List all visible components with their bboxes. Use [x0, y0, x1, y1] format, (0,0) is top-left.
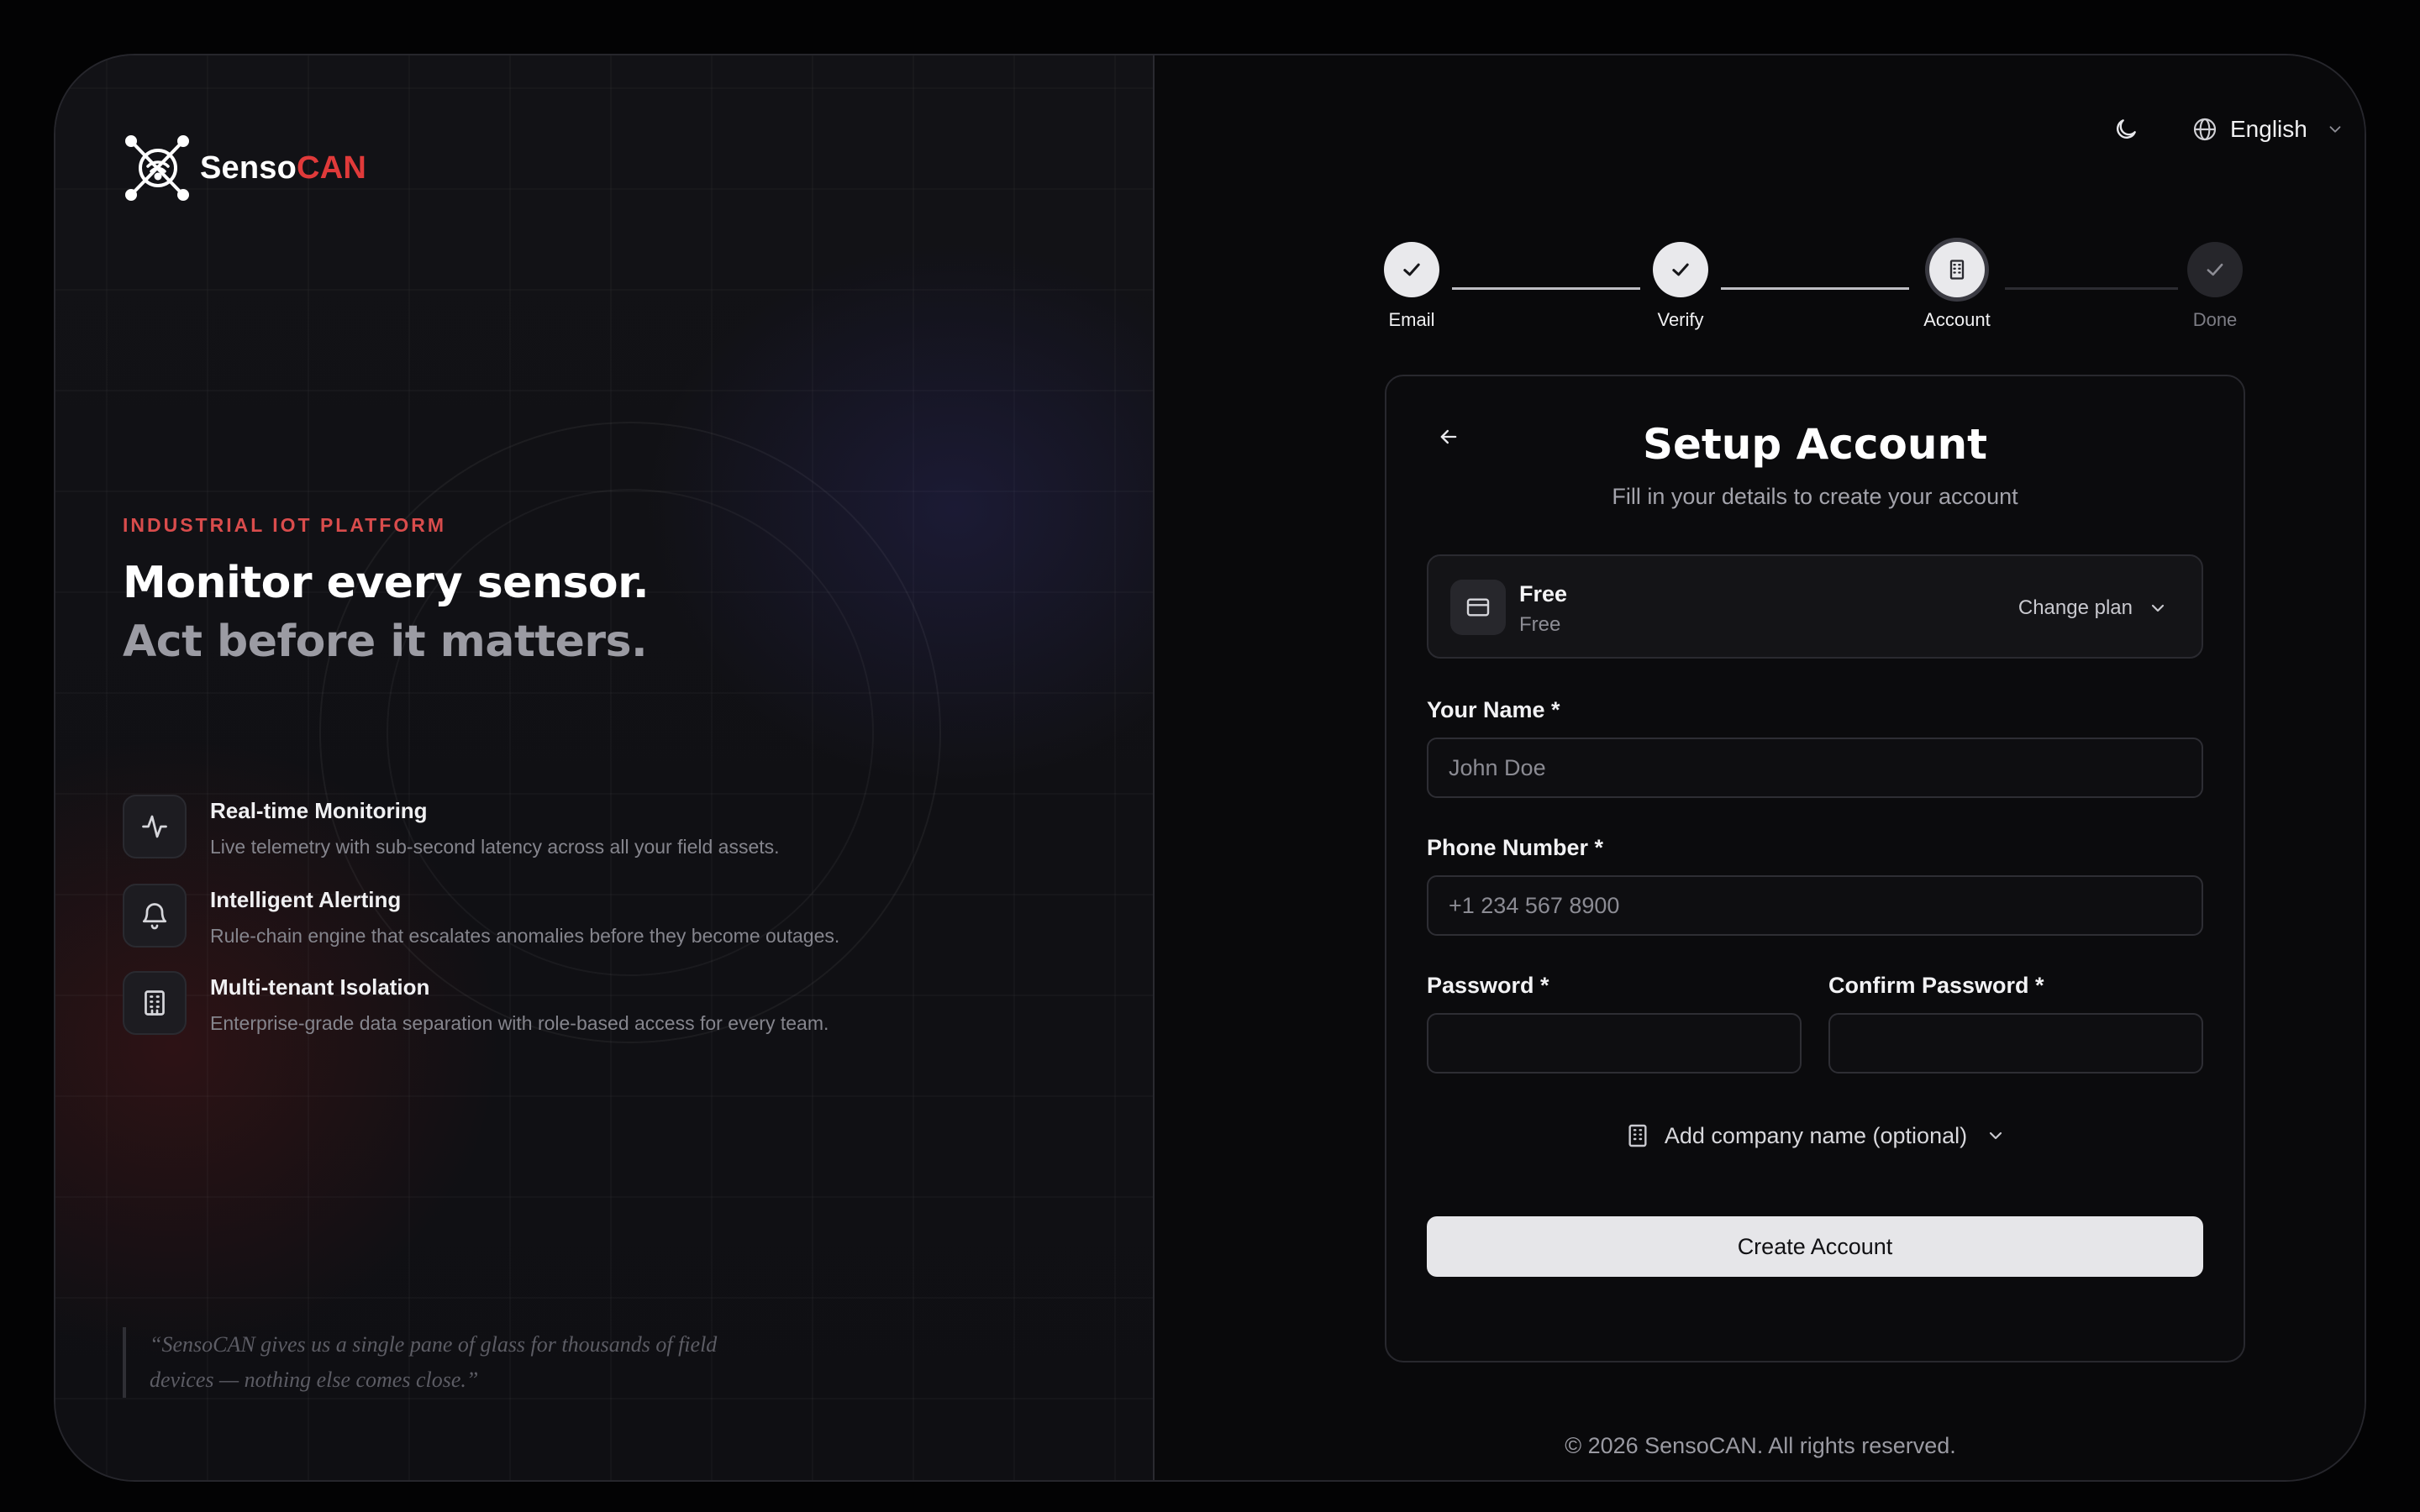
building-icon — [145, 990, 165, 1016]
building-icon — [1949, 260, 1965, 280]
password-label: Password * — [1427, 973, 1549, 998]
step-indicator — [1929, 242, 1985, 297]
step-connector — [2005, 287, 2178, 290]
feature-title: Intelligent Alerting — [210, 887, 402, 912]
feature-icon-box — [123, 884, 187, 948]
confirm-password-label: Confirm Password * — [1828, 973, 2044, 998]
form-subtitle: Fill in your details to create your acco… — [1612, 484, 2018, 509]
feature-description: Rule-chain engine that escalates anomali… — [210, 925, 840, 947]
signup-panel: English Email Verify Account Done Setup … — [1156, 55, 2365, 1480]
app-window: SensoCAN INDUSTRIAL IOT PLATFORM Monitor… — [54, 54, 2366, 1482]
change-plan-label: Change plan — [2018, 596, 2133, 619]
step-label: Done — [2192, 309, 2238, 330]
testimonial-quote: “SensoCAN gives us a single pane of glas… — [123, 1327, 829, 1398]
check-icon — [1403, 263, 1420, 276]
phone-input[interactable] — [1427, 875, 2203, 936]
brand-logo[interactable]: SensoCAN — [123, 134, 366, 202]
create-account-button[interactable]: Create Account — [1427, 1216, 2203, 1277]
feature-icon-box — [123, 971, 187, 1035]
plan-name: Free — [1519, 581, 1568, 606]
language-selector[interactable]: English — [2183, 102, 2353, 156]
step-indicator — [1384, 242, 1439, 297]
step-done: Done — [2165, 242, 2265, 331]
feature-description: Live telemetry with sub-second latency a… — [210, 836, 780, 858]
form-title: Setup Account — [1642, 420, 1988, 469]
hero-headline: Monitor every sensor. — [123, 558, 650, 608]
testimonial-line: “SensoCAN gives us a single pane of glas… — [150, 1332, 718, 1357]
feature-item-monitoring: Real-time Monitoring Live telemetry with… — [123, 795, 780, 858]
phone-label: Phone Number * — [1427, 835, 1604, 860]
check-icon — [1672, 263, 1689, 276]
step-connector — [1452, 287, 1640, 290]
selected-plan-box: Free Free Change plan — [1427, 554, 2203, 659]
chevron-down-icon — [2329, 126, 2341, 133]
moon-icon — [2117, 119, 2136, 139]
confirm-password-input[interactable] — [1828, 1013, 2203, 1074]
add-company-toggle[interactable]: Add company name (optional) — [1386, 1122, 2244, 1149]
step-indicator — [2187, 242, 2243, 297]
step-email: Email — [1361, 242, 1462, 331]
feature-item-isolation: Multi-tenant Isolation Enterprise-grade … — [123, 971, 829, 1035]
change-plan-button[interactable]: Change plan — [2018, 588, 2168, 628]
building-icon — [1628, 1124, 1647, 1147]
feature-item-alerting: Intelligent Alerting Rule-chain engine t… — [123, 884, 839, 948]
add-company-label: Add company name (optional) — [1664, 1122, 1968, 1148]
name-input[interactable] — [1427, 738, 2203, 798]
hero-eyebrow: INDUSTRIAL IOT PLATFORM — [123, 514, 447, 536]
feature-title: Multi-tenant Isolation — [210, 974, 430, 1000]
footer-copyright: © 2026 SensoCAN. All rights reserved. — [1565, 1433, 1956, 1458]
check-icon — [2207, 263, 2223, 276]
hero-subheadline: Act before it matters. — [123, 617, 648, 667]
chevron-down-icon — [1989, 1131, 2002, 1140]
step-label: Account — [1923, 309, 1991, 330]
password-input[interactable] — [1427, 1013, 1802, 1074]
setup-account-card: Setup Account Fill in your details to cr… — [1385, 375, 2245, 1362]
chevron-down-icon — [2151, 604, 2165, 612]
testimonial-line: devices — nothing else comes close.” — [150, 1368, 479, 1392]
step-connector — [1721, 287, 1909, 290]
step-account: Account — [1907, 242, 2007, 331]
feature-title: Real-time Monitoring — [210, 798, 428, 823]
name-label: Your Name * — [1427, 697, 1560, 722]
theme-toggle-button[interactable] — [2099, 102, 2153, 156]
feature-icon-box — [123, 795, 187, 858]
step-verify: Verify — [1630, 242, 1731, 331]
marketing-panel: SensoCAN INDUSTRIAL IOT PLATFORM Monitor… — [55, 55, 1155, 1480]
sensocan-logo-icon — [125, 135, 189, 201]
language-label: English — [2230, 116, 2307, 142]
globe-icon — [2193, 118, 2217, 141]
step-indicator — [1653, 242, 1708, 297]
feature-description: Enterprise-grade data separation with ro… — [210, 1012, 829, 1034]
plan-tier: Free — [1519, 613, 1561, 636]
brand-wordmark: SensoCAN — [200, 150, 366, 186]
step-label: Email — [1388, 309, 1435, 330]
plan-icon-box — [1450, 580, 1506, 635]
step-label: Verify — [1657, 309, 1704, 330]
activity-icon — [142, 815, 167, 838]
credit-card-icon — [1466, 598, 1490, 617]
bell-icon — [142, 903, 167, 930]
